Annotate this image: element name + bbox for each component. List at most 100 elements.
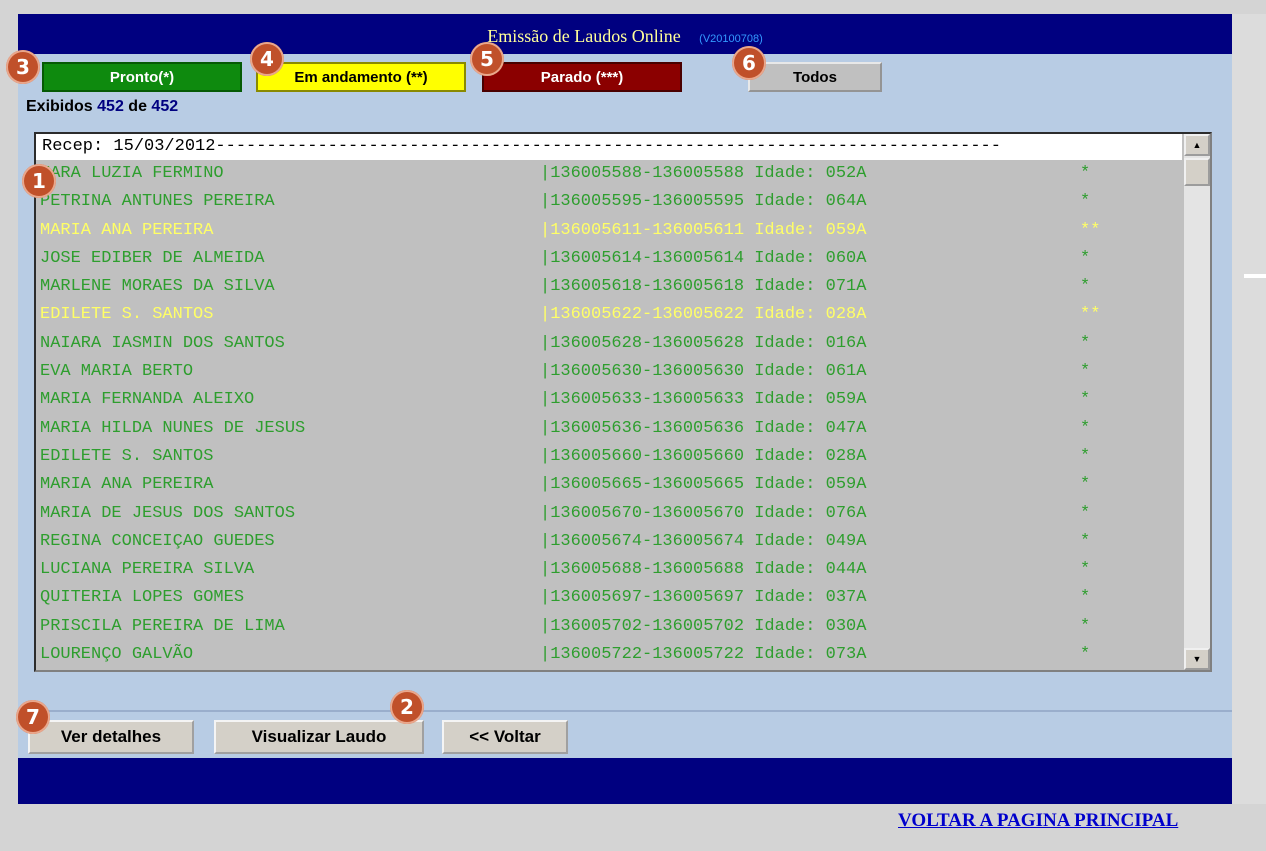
annotation-badge-1: 1 [22,164,56,198]
filter-todos-button[interactable]: Todos [748,62,882,92]
sample-code-age: |136005611-136005611 Idade: 059A [540,220,867,240]
status-stars: * [1080,277,1091,297]
status-stars: * [1080,531,1091,551]
list-item[interactable]: MARIA ANA PEREIRA |136005665-136005665 Id… [36,471,1182,499]
status-stars: * [1080,503,1091,523]
window-title: Emissão de Laudos Online [487,26,681,46]
patient-name: REGINA CONCEIÇAO GUEDES [40,531,275,551]
separator [18,710,1232,712]
list-item[interactable]: REGINA CONCEIÇAO GUEDES |136005674-136005… [36,528,1182,556]
patient-name: MARIA DE JESUS DOS SANTOS [40,503,296,523]
annotation-badge-6: 6 [732,46,766,80]
count-label: Exibidos [26,98,93,115]
list-item[interactable]: PETRINA ANTUNES PEREIRA |136005595-136005… [36,188,1182,216]
sample-code-age: |136005702-136005702 Idade: 030A [540,616,867,636]
visualizar-laudo-button[interactable]: Visualizar Laudo [214,720,424,754]
list-item[interactable]: NAIARA IASMIN DOS SANTOS |136005628-13600… [36,330,1182,358]
list-item[interactable]: MARIA DE JESUS DOS SANTOS |136005670-1360… [36,500,1182,528]
status-stars: * [1080,560,1091,580]
status-stars: * [1080,390,1091,410]
sample-code-age: |136005660-136005660 Idade: 028A [540,446,867,466]
annotation-badge-3: 3 [6,50,40,84]
sample-code-age: |136005633-136005633 Idade: 059A [540,390,867,410]
status-stars: * [1080,616,1091,636]
laudos-window: Emissão de Laudos Online (V20100708) Pro… [18,14,1232,804]
status-stars: * [1080,475,1091,495]
sample-code-age: |136005614-136005614 Idade: 060A [540,248,867,268]
sample-code-age: |136005588-136005588 Idade: 052A [540,164,867,183]
patient-name: QUITERIA LOPES GOMES [40,588,245,608]
status-stars: ** [1080,220,1101,240]
status-stars: * [1080,446,1091,466]
laudos-listbox[interactable]: Recep: 15/03/2012-----------------------… [34,132,1212,672]
list-item[interactable]: MARIA HILDA NUNES DE JESUS |136005636-136… [36,415,1182,443]
patient-name: MARIA FERNANDA ALEIXO [40,390,255,410]
version-label: (V20100708) [699,33,763,45]
patient-name: EDILETE S. SANTOS [40,446,214,466]
vertical-scrollbar[interactable]: ▲ ▼ [1184,134,1210,670]
right-edge-mark [1244,274,1266,278]
scroll-thumb[interactable] [1184,158,1210,186]
filter-andamento-button[interactable]: Em andamento (**) [256,62,466,92]
patient-name: MARIA HILDA NUNES DE JESUS [40,418,306,438]
ver-detalhes-button[interactable]: Ver detalhes [28,720,194,754]
annotation-badge-2: 2 [390,690,424,724]
filter-parado-button[interactable]: Parado (***) [482,62,682,92]
count-total: 452 [151,98,179,115]
bottom-bar [18,758,1232,804]
displayed-count: Exibidos 452 de 452 [26,98,178,116]
sample-code-age: |136005628-136005628 Idade: 016A [540,333,867,353]
list-item[interactable]: MARA LUZIA FERMINO |136005588-136005588 I… [36,160,1182,188]
patient-name: PETRINA ANTUNES PEREIRA [40,192,275,212]
filter-pronto-button[interactable]: Pronto(*) [42,62,242,92]
list-item[interactable]: MARIA ANA PEREIRA |136005611-136005611 Id… [36,217,1182,245]
status-stars: * [1080,418,1091,438]
list-item[interactable]: MARLENE MORAES DA SILVA |136005618-136005… [36,273,1182,301]
sample-code-age: |136005636-136005636 Idade: 047A [540,418,867,438]
list-item[interactable]: PRISCILA PEREIRA DE LIMA |136005702-13600… [36,613,1182,641]
sample-code-age: |136005674-136005674 Idade: 049A [540,531,867,551]
count-of: de [128,98,147,115]
annotation-badge-4: 4 [250,42,284,76]
patient-name: JOSE EDIBER DE ALMEIDA [40,248,265,268]
status-stars: * [1080,588,1091,608]
annotation-badge-5: 5 [470,42,504,76]
sample-code-age: |136005618-136005618 Idade: 071A [540,277,867,297]
sample-code-age: |136005670-136005670 Idade: 076A [540,503,867,523]
status-stars: * [1080,645,1091,665]
list-item[interactable]: EVA MARIA BERTO |136005630-136005630 Idad… [36,358,1182,386]
sample-code-age: |136005697-136005697 Idade: 037A [540,588,867,608]
patient-name: EVA MARIA BERTO [40,362,194,382]
list-item[interactable]: LUCIANA PEREIRA SILVA |136005688-13600568… [36,556,1182,584]
list-item[interactable]: EDILETE S. SANTOS |136005622-136005622 Id… [36,301,1182,329]
patient-name: EDILETE S. SANTOS [40,305,214,325]
sample-code-age: |136005622-136005622 Idade: 028A [540,305,867,325]
voltar-pagina-principal-link[interactable]: VOLTAR A PAGINA PRINCIPAL [898,810,1178,832]
list-item[interactable]: JOSE EDIBER DE ALMEIDA |136005614-1360056… [36,245,1182,273]
list-item[interactable]: MARIA FERNANDA ALEIXO |136005633-13600563… [36,386,1182,414]
sample-code-age: |136005630-136005630 Idade: 061A [540,362,867,382]
sample-code-age: |136005688-136005688 Idade: 044A [540,560,867,580]
title-bar: Emissão de Laudos Online (V20100708) [18,14,1232,54]
right-edge-strip [1232,14,1266,804]
sample-code-age: |136005722-136005722 Idade: 073A [540,645,867,665]
status-stars: ** [1080,305,1101,325]
list-item[interactable]: LOURENÇO GALVÃO |136005722-136005722 Idad… [36,641,1182,669]
patient-name: PRISCILA PEREIRA DE LIMA [40,616,285,636]
status-stars: * [1080,333,1091,353]
count-shown: 452 [97,98,124,115]
patient-name: MARIA ANA PEREIRA [40,475,214,495]
list-item[interactable]: EDILETE S. SANTOS |136005660-136005660 Id… [36,443,1182,471]
status-stars: * [1080,362,1091,382]
scroll-down-arrow-icon[interactable]: ▼ [1184,648,1210,670]
patient-name: MARIA ANA PEREIRA [40,220,214,240]
status-stars: * [1080,192,1091,212]
scroll-up-arrow-icon[interactable]: ▲ [1184,134,1210,156]
status-stars: * [1080,164,1091,183]
sample-code-age: |136005665-136005665 Idade: 059A [540,475,867,495]
voltar-button[interactable]: << Voltar [442,720,568,754]
laudos-rows: MARA LUZIA FERMINO |136005588-136005588 I… [36,160,1182,669]
list-item[interactable]: QUITERIA LOPES GOMES |136005697-136005697… [36,584,1182,612]
sample-code-age: |136005595-136005595 Idade: 064A [540,192,867,212]
status-stars: * [1080,248,1091,268]
